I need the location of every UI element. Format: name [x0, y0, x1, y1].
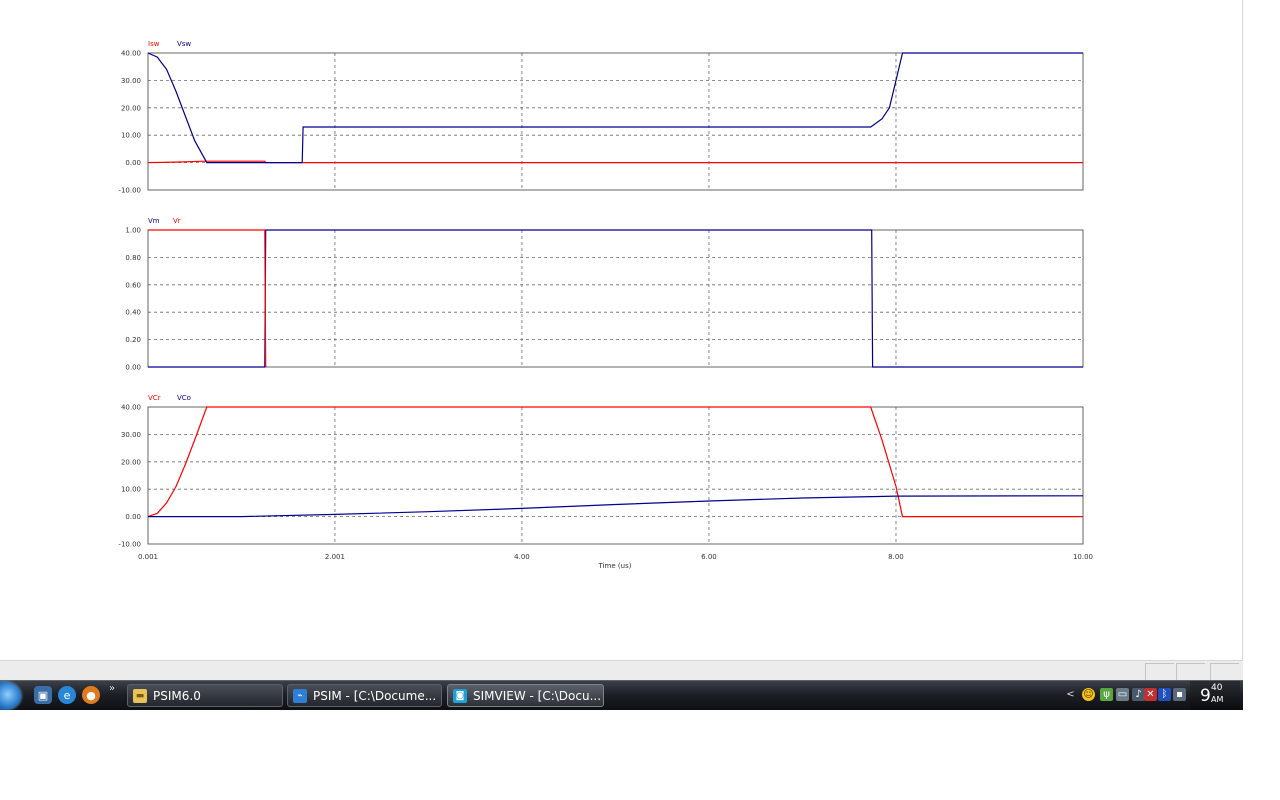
status-pane: [1145, 663, 1174, 680]
x-tick-label: 0.001: [138, 553, 158, 561]
system-tray: < ☺ ψ ▭ ♪ ✕ ᛒ ▪: [1062, 681, 1192, 710]
security-alert-icon[interactable]: ✕: [1144, 688, 1157, 701]
y-tick-label: 0.40: [125, 309, 141, 317]
window-border: [1242, 0, 1243, 680]
y-tick-label: 0.80: [125, 254, 141, 262]
status-bar: [0, 660, 1243, 681]
taskbar-item-psim6-folder[interactable]: ▬ PSIM6.0: [127, 684, 283, 707]
clock-hour: 9: [1200, 686, 1211, 706]
clock-ampm: AM: [1211, 695, 1224, 704]
task-label: PSIM - [C:\Docume...: [313, 688, 437, 703]
legend-label-vsw: Vsw: [177, 40, 191, 48]
y-tick-label: 40.00: [121, 50, 141, 58]
y-tick-label: -10.00: [118, 541, 141, 549]
y-tick-label: 0.00: [125, 364, 141, 372]
series-line-vco: [148, 495, 1084, 518]
taskbar-item-psim[interactable]: ⌁ PSIM - [C:\Docume...: [287, 684, 442, 707]
folder-icon: ▬: [133, 688, 147, 703]
y-tick-label: 0.20: [125, 336, 141, 344]
y-tick-label: 0.00: [125, 159, 141, 167]
x-axis-label: Time (us): [598, 562, 632, 570]
quicklaunch-more-button[interactable]: »: [109, 683, 115, 694]
x-tick-label: 4.00: [514, 553, 530, 561]
series-line-vm: [148, 229, 1083, 368]
y-tick-label: 1.00: [125, 227, 141, 235]
bluetooth-icon[interactable]: ᛒ: [1158, 688, 1171, 701]
clock-minute: 40: [1211, 683, 1223, 693]
y-tick-label: 0.00: [125, 513, 141, 521]
desktop-background: [0, 710, 1280, 800]
psim-icon: ⌁: [293, 688, 307, 703]
network-icon[interactable]: ▭: [1116, 688, 1129, 701]
firefox-icon[interactable]: ●: [82, 686, 100, 704]
legend-label-vr: Vr: [173, 217, 181, 225]
x-tick-label: 6.00: [701, 553, 717, 561]
y-tick-label: 20.00: [121, 458, 141, 466]
show-desktop-icon[interactable]: ▣: [34, 686, 52, 704]
legend-label-vco: VCo: [177, 394, 191, 402]
task-label: SIMVIEW - [C:\Docu...: [473, 688, 602, 703]
x-tick-label: 8.00: [888, 553, 904, 561]
y-tick-label: 10.00: [121, 486, 141, 494]
simview-window: 40.00 30.00 20.00 10.00 0.00 -10.00 Isw Vsw 1.00…: [0, 0, 1242, 660]
y-tick-label: 40.00: [121, 404, 141, 412]
legend-label-vcr: VCr: [148, 394, 161, 402]
wireless-network-icon[interactable]: ψ: [1100, 688, 1113, 701]
y-tick-label: 20.00: [121, 104, 141, 112]
internet-explorer-icon[interactable]: e: [58, 686, 76, 704]
plot-frame: [147, 229, 1084, 368]
x-tick-label: 10.00: [1073, 553, 1093, 561]
status-pane: [1176, 663, 1205, 680]
waveform-plots: 40.00 30.00 20.00 10.00 0.00 -10.00 Isw Vsw 1.00…: [118, 40, 1093, 570]
messenger-smiley-icon[interactable]: ☺: [1082, 688, 1095, 701]
tray-expand-button[interactable]: <: [1064, 688, 1077, 701]
clock[interactable]: 9 40 AM: [1190, 681, 1240, 710]
simview-icon: ◙: [453, 688, 467, 703]
legend-label-isw: Isw: [148, 40, 160, 48]
series-line-vr: [148, 229, 267, 368]
y-tick-label: 10.00: [121, 132, 141, 140]
power-icon[interactable]: ▪: [1173, 688, 1186, 701]
status-pane: [1210, 663, 1239, 680]
y-tick-label: -10.00: [118, 187, 141, 195]
plot-frame: [147, 52, 1084, 191]
plot-frame: [147, 406, 1084, 545]
start-button[interactable]: [0, 682, 21, 710]
taskbar-item-simview[interactable]: ◙ SIMVIEW - [C:\Docu...: [447, 684, 604, 707]
legend-label-vm: Vm: [148, 217, 160, 225]
taskbar: ▣ e ● » ▬ PSIM6.0 ⌁ PSIM - [C:\Docume...…: [0, 680, 1243, 710]
y-tick-label: 30.00: [121, 77, 141, 85]
y-tick-label: 30.00: [121, 431, 141, 439]
x-tick-label: 2.001: [325, 553, 345, 561]
y-tick-label: 0.60: [125, 281, 141, 289]
task-label: PSIM6.0: [153, 688, 201, 703]
